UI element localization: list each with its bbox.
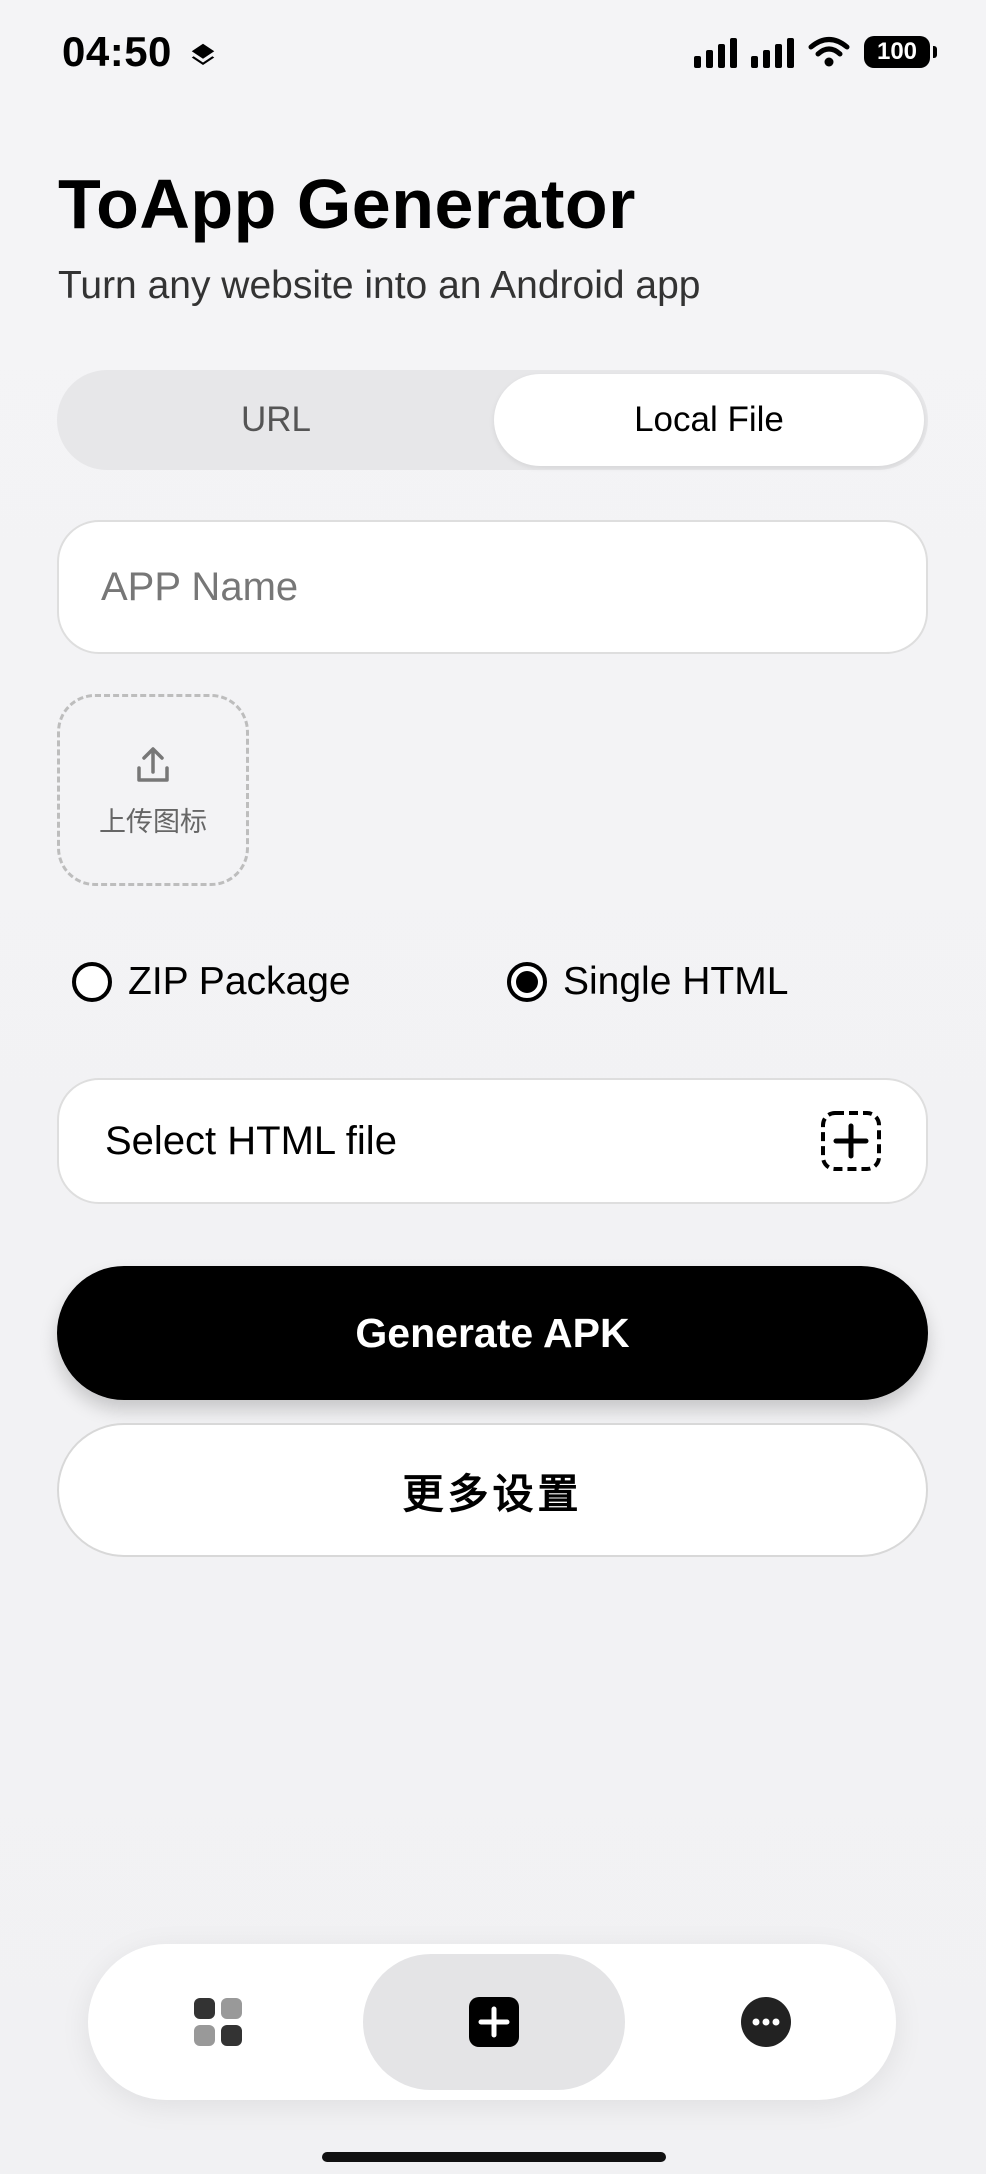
tab-local-file[interactable]: Local File xyxy=(494,374,924,466)
add-file-icon xyxy=(821,1111,881,1171)
page-title: ToApp Generator xyxy=(58,165,636,243)
tab-url[interactable]: URL xyxy=(61,374,491,466)
nav-item-create[interactable] xyxy=(363,1954,625,2090)
radio-label: ZIP Package xyxy=(128,960,351,1003)
status-bar: 04:50 100 xyxy=(0,0,986,110)
battery-level: 100 xyxy=(876,38,918,65)
more-dots-icon xyxy=(741,1997,791,2047)
nav-item-more[interactable] xyxy=(676,1954,856,2090)
app-screen: 04:50 100 ToApp Generator Turn any websi… xyxy=(0,0,986,2174)
app-name-input[interactable] xyxy=(57,520,928,654)
status-indicators: 100 xyxy=(694,36,937,68)
home-indicator[interactable] xyxy=(322,2152,666,2162)
radio-zip-package[interactable]: ZIP Package xyxy=(72,960,351,1004)
plus-square-icon xyxy=(469,1997,519,2047)
apps-grid-icon xyxy=(194,1998,242,2046)
select-html-file-button[interactable]: Select HTML file xyxy=(57,1078,928,1204)
select-file-label: Select HTML file xyxy=(105,1118,397,1163)
signal-icon-2 xyxy=(751,36,794,68)
bottom-navigation xyxy=(88,1944,896,2100)
radio-unchecked-icon xyxy=(72,962,112,1002)
generate-apk-button[interactable]: Generate APK xyxy=(57,1266,928,1400)
radio-checked-icon xyxy=(507,962,547,1002)
battery-icon: 100 xyxy=(864,36,937,68)
upload-icon-label: 上传图标 xyxy=(99,806,207,838)
wifi-icon xyxy=(808,37,850,67)
page-subtitle: Turn any website into an Android app xyxy=(58,264,701,307)
upload-icon-button[interactable]: 上传图标 xyxy=(57,694,249,886)
source-segmented-control: URL Local File xyxy=(57,370,928,470)
more-settings-button[interactable]: 更多设置 xyxy=(57,1423,928,1557)
layers-icon xyxy=(191,43,215,65)
upload-icon xyxy=(137,746,169,782)
radio-single-html[interactable]: Single HTML xyxy=(507,960,788,1004)
status-time: 04:50 xyxy=(62,28,172,75)
nav-item-apps[interactable] xyxy=(128,1954,308,2090)
radio-label: Single HTML xyxy=(563,960,789,1003)
signal-icon xyxy=(694,36,737,68)
